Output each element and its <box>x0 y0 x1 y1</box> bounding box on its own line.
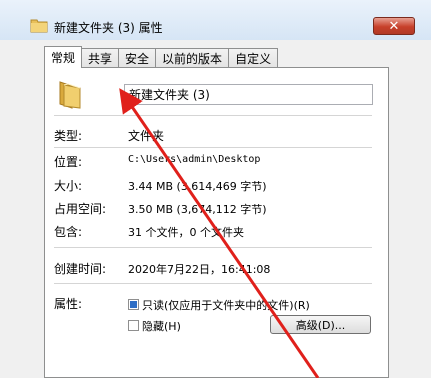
separator <box>54 115 372 116</box>
title-bar[interactable]: 新建文件夹 (3) 属性 ✕ <box>0 0 431 40</box>
location-label: 位置: <box>54 155 83 169</box>
size-on-disk-value: 3.50 MB (3,674,112 字节) <box>128 203 267 216</box>
window-title: 新建文件夹 (3) 属性 <box>54 21 163 35</box>
attributes-label: 属性: <box>54 297 83 311</box>
tab-strip: 常规 共享 安全 以前的版本 自定义 <box>44 46 279 68</box>
tab-customize[interactable]: 自定义 <box>229 48 279 68</box>
contains-value: 31 个文件，0 个文件夹 <box>128 226 244 239</box>
contains-label: 包含: <box>54 225 83 239</box>
separator <box>54 247 372 248</box>
tab-sharing[interactable]: 共享 <box>82 48 120 68</box>
readonly-checkbox-label[interactable]: 只读(仅应用于文件夹中的文件)(R) <box>142 297 310 313</box>
size-label: 大小: <box>54 179 83 193</box>
tab-security[interactable]: 安全 <box>119 48 157 68</box>
type-label: 类型: <box>54 129 83 143</box>
hidden-checkbox-label[interactable]: 隐藏(H) <box>142 318 181 334</box>
separator <box>54 283 372 284</box>
folder-icon <box>30 19 48 33</box>
tab-general[interactable]: 常规 <box>44 46 83 68</box>
folder-name-input[interactable] <box>124 84 373 105</box>
close-icon: ✕ <box>388 18 400 34</box>
type-value: 文件夹 <box>128 129 165 143</box>
tab-previous-versions[interactable]: 以前的版本 <box>156 48 230 68</box>
folder-large-icon <box>59 81 81 109</box>
size-value: 3.44 MB (3,614,469 字节) <box>128 180 267 193</box>
close-button[interactable]: ✕ <box>373 17 415 35</box>
location-value: C:\Users\admin\Desktop <box>128 154 261 165</box>
separator <box>54 147 372 148</box>
advanced-button[interactable]: 高级(D)... <box>270 315 371 334</box>
readonly-checkbox[interactable] <box>128 299 139 310</box>
advanced-button-label: 高级(D)... <box>295 318 346 332</box>
size-on-disk-label: 占用空间: <box>54 202 107 216</box>
created-label: 创建时间: <box>54 262 107 276</box>
hidden-checkbox[interactable] <box>128 320 139 331</box>
properties-dialog: 新建文件夹 (3) 属性 ✕ 常规 共享 安全 以前的版本 自定义 类型: 文件… <box>0 0 431 378</box>
created-value: 2020年7月22日，16:41:08 <box>128 263 271 276</box>
